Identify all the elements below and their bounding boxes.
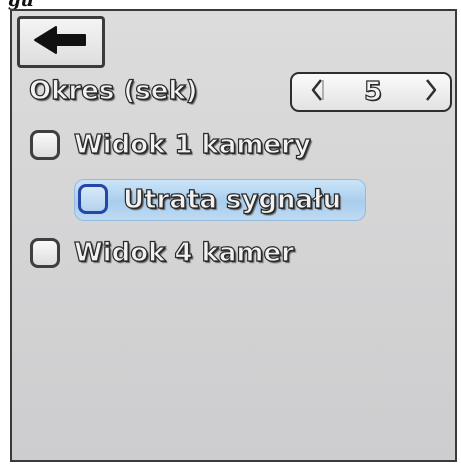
settings-screen: Okres (sek) 5 Widok 1 kamery Utrata sygn — [10, 9, 457, 462]
quad-camera-label: Widok 4 kamer — [73, 237, 294, 268]
period-decrease-button[interactable] — [304, 76, 330, 108]
arrow-left-icon — [31, 23, 91, 61]
chevron-right-icon — [422, 77, 440, 107]
back-button[interactable] — [17, 16, 105, 68]
signal-loss-label: Utrata sygnału — [122, 184, 342, 215]
single-camera-checkbox[interactable] — [30, 130, 60, 160]
single-camera-label: Widok 1 kamery — [73, 129, 311, 160]
period-increase-button[interactable] — [418, 76, 444, 108]
period-stepper[interactable]: 5 — [290, 72, 452, 112]
signal-loss-checkbox[interactable] — [78, 184, 108, 214]
quad-camera-checkbox[interactable] — [30, 238, 60, 268]
period-value: 5 — [363, 76, 383, 107]
period-label: Okres (sek) — [28, 75, 198, 106]
chevron-left-icon — [308, 77, 326, 107]
